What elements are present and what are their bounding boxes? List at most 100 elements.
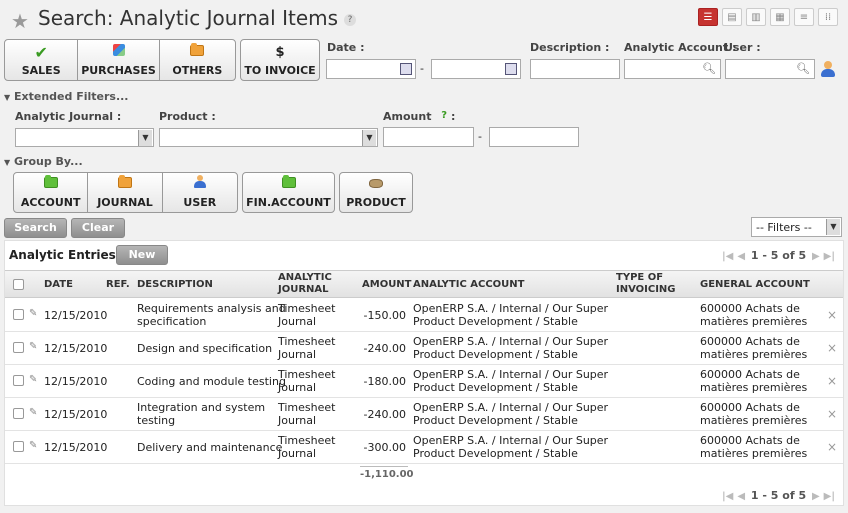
last-page-icon[interactable]: ▶| bbox=[824, 251, 835, 262]
first-page-icon[interactable]: |◀ bbox=[722, 491, 733, 502]
cell-description-1: Integration and system bbox=[137, 401, 266, 414]
to-invoice-filter-button[interactable]: $ TO INVOICE bbox=[241, 40, 319, 80]
edit-pencil-icon[interactable]: ✎ bbox=[29, 308, 37, 319]
favorite-star-icon[interactable]: ★ bbox=[11, 9, 29, 33]
gantt-view-icon[interactable]: ≡ bbox=[794, 8, 814, 26]
col-invoicing-1[interactable]: TYPE OF bbox=[616, 272, 663, 283]
delete-row-icon[interactable]: × bbox=[827, 341, 837, 355]
pager-bottom: |◀ ◀ 1 - 5 of 5 ▶ ▶| bbox=[720, 489, 837, 502]
delete-row-icon[interactable]: × bbox=[827, 308, 837, 322]
col-date[interactable]: DATE bbox=[44, 279, 73, 290]
amount-range-dash: - bbox=[478, 130, 482, 143]
group-fin-account-button[interactable]: FIN.ACCOUNT bbox=[243, 173, 334, 212]
folder-icon bbox=[43, 175, 58, 192]
col-description[interactable]: DESCRIPTION bbox=[137, 279, 213, 290]
col-analytic-account[interactable]: ANALYTIC ACCOUNT bbox=[413, 279, 525, 290]
amount-from-input[interactable] bbox=[383, 127, 474, 147]
pager-top: |◀ ◀ 1 - 5 of 5 ▶ ▶| bbox=[720, 249, 837, 262]
search-button[interactable]: Search bbox=[4, 218, 67, 238]
next-page-icon[interactable]: ▶ bbox=[812, 251, 820, 262]
user-input[interactable]: 🔍︎ bbox=[725, 59, 815, 79]
cell-description-1: Design and specification bbox=[137, 342, 273, 355]
date-range-dash: - bbox=[420, 62, 424, 75]
calendar-icon[interactable] bbox=[400, 63, 412, 75]
others-filter-button[interactable]: OTHERS bbox=[160, 40, 235, 80]
row-checkbox[interactable] bbox=[13, 342, 24, 353]
cell-account-1: OpenERP S.A. / Internal / Our Super bbox=[413, 302, 609, 315]
row-checkbox[interactable] bbox=[13, 309, 24, 320]
col-ref[interactable]: REF. bbox=[106, 279, 130, 290]
purchases-filter-button[interactable]: PURCHASES bbox=[78, 40, 160, 80]
group-product-label: PRODUCT bbox=[346, 196, 406, 209]
filters-select[interactable]: -- Filters -- ▼ bbox=[751, 217, 842, 237]
group-journal-button[interactable]: JOURNAL bbox=[88, 173, 163, 212]
filters-select-value: -- Filters -- bbox=[756, 221, 812, 234]
clear-button[interactable]: Clear bbox=[71, 218, 125, 238]
row-checkbox[interactable] bbox=[13, 441, 24, 452]
current-user-icon[interactable] bbox=[820, 61, 836, 77]
table-row[interactable]: ✎ 12/15/2010 Coding and module testing Time… bbox=[5, 365, 843, 398]
last-page-icon[interactable]: ▶| bbox=[824, 491, 835, 502]
cell-general-2: matières premières bbox=[700, 315, 808, 328]
edit-pencil-icon[interactable]: ✎ bbox=[29, 440, 37, 451]
search-icon[interactable]: 🔍︎ bbox=[702, 62, 716, 75]
next-page-icon[interactable]: ▶ bbox=[812, 491, 820, 502]
cell-account-2: Product Development / Stable bbox=[413, 348, 578, 361]
new-button[interactable]: New bbox=[116, 245, 168, 265]
cell-general-1: 600000 Achats de bbox=[700, 401, 800, 414]
amount-to-input[interactable] bbox=[489, 127, 579, 147]
date-to-input[interactable] bbox=[431, 59, 521, 79]
table-row[interactable]: ✎ 12/15/2010 Design and specification Times… bbox=[5, 332, 843, 365]
table-row[interactable]: ✎ 12/15/2010 Integration and system testing… bbox=[5, 398, 843, 431]
delete-row-icon[interactable]: × bbox=[827, 407, 837, 421]
kanban-view-icon[interactable]: ⁞⁞ bbox=[818, 8, 838, 26]
sales-filter-button[interactable]: ✔ SALES bbox=[5, 40, 79, 80]
date-from-input[interactable] bbox=[326, 59, 416, 79]
edit-pencil-icon[interactable]: ✎ bbox=[29, 407, 37, 418]
pager-top-label: 1 - 5 of 5 bbox=[750, 249, 807, 262]
calendar-icon[interactable] bbox=[505, 63, 517, 75]
cell-description-2: specification bbox=[137, 315, 207, 328]
sales-label: SALES bbox=[21, 64, 61, 77]
search-icon[interactable]: 🔍︎ bbox=[796, 62, 810, 75]
edit-pencil-icon[interactable]: ✎ bbox=[29, 341, 37, 352]
delete-row-icon[interactable]: × bbox=[827, 374, 837, 388]
cell-general-1: 600000 Achats de bbox=[700, 434, 800, 447]
calendar-view-icon[interactable]: ▦ bbox=[770, 8, 790, 26]
amount-help-icon[interactable]: ? bbox=[441, 110, 447, 121]
journal-filter-group: ✔ SALES PURCHASES OTHERS bbox=[4, 39, 236, 81]
form-view-icon[interactable]: ▤ bbox=[722, 8, 742, 26]
product-select[interactable]: ▼ bbox=[159, 128, 378, 147]
col-invoicing-2[interactable]: INVOICING bbox=[616, 284, 676, 295]
group-account-button[interactable]: ACCOUNT bbox=[14, 173, 89, 212]
cell-journal-1: Timesheet bbox=[278, 434, 336, 447]
col-amount[interactable]: AMOUNT bbox=[362, 279, 412, 290]
prev-page-icon[interactable]: ◀ bbox=[737, 491, 745, 502]
extended-filters-toggle[interactable]: ▼ Extended Filters... bbox=[4, 90, 128, 103]
table-row[interactable]: ✎ 12/15/2010 Delivery and maintenance Times… bbox=[5, 431, 843, 464]
edit-pencil-icon[interactable]: ✎ bbox=[29, 374, 37, 385]
col-general-account[interactable]: GENERAL ACCOUNT bbox=[700, 279, 810, 290]
cell-description-1: Delivery and maintenance bbox=[137, 441, 283, 454]
group-user-button[interactable]: USER bbox=[163, 173, 237, 212]
analytic-account-input[interactable]: 🔍︎ bbox=[624, 59, 721, 79]
cell-amount: -300.00 bbox=[363, 441, 406, 454]
delete-row-icon[interactable]: × bbox=[827, 440, 837, 454]
prev-page-icon[interactable]: ◀ bbox=[737, 251, 745, 262]
first-page-icon[interactable]: |◀ bbox=[722, 251, 733, 262]
col-journal-1[interactable]: ANALYTIC bbox=[278, 272, 332, 283]
checkmark-icon: ✔ bbox=[34, 43, 48, 62]
description-input[interactable] bbox=[530, 59, 620, 79]
select-all-checkbox[interactable] bbox=[13, 279, 24, 290]
row-checkbox[interactable] bbox=[13, 375, 24, 386]
table-row[interactable]: ✎ 12/15/2010 Requirements analysis and spec… bbox=[5, 299, 843, 332]
help-icon[interactable]: ? bbox=[344, 13, 357, 26]
graph-view-icon[interactable]: ▥ bbox=[746, 8, 766, 26]
analytic-journal-select[interactable]: ▼ bbox=[15, 128, 154, 147]
list-view-icon[interactable]: ☰ bbox=[698, 8, 718, 26]
product-group: PRODUCT bbox=[339, 172, 413, 213]
group-product-button[interactable]: PRODUCT bbox=[340, 173, 412, 212]
group-by-toggle[interactable]: ▼ Group By... bbox=[4, 155, 83, 168]
row-checkbox[interactable] bbox=[13, 408, 24, 419]
col-journal-2[interactable]: JOURNAL bbox=[278, 284, 329, 295]
